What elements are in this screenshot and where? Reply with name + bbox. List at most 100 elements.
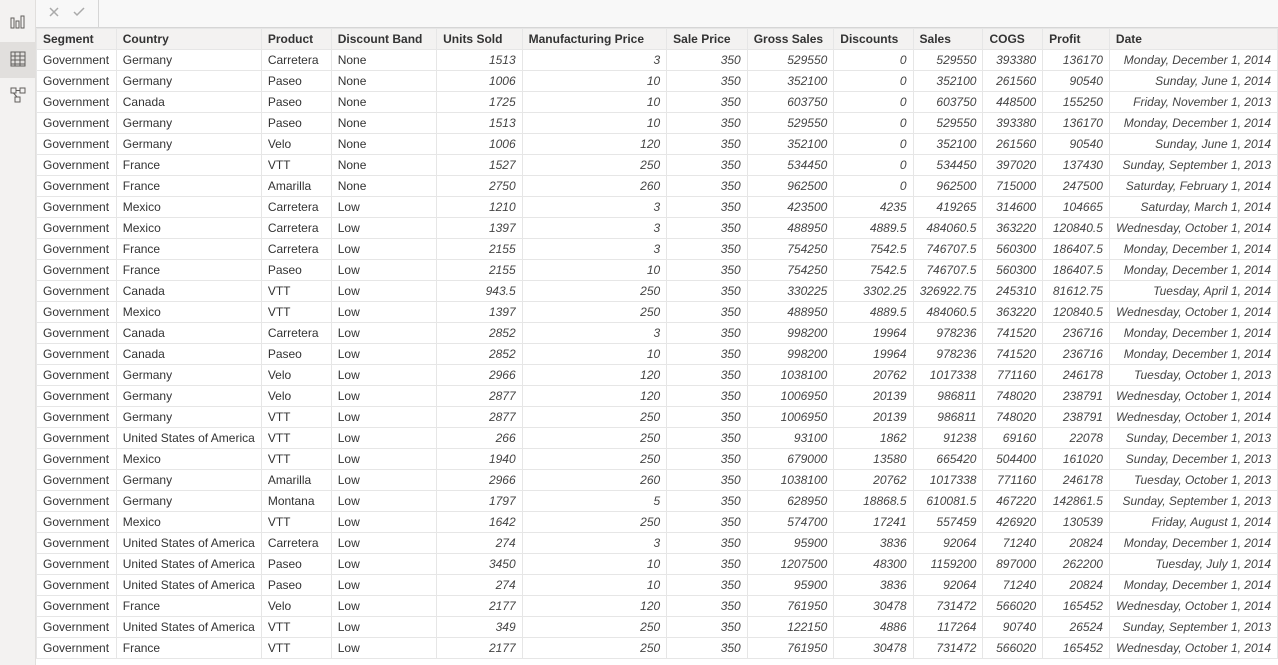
cell-country[interactable]: Germany <box>116 113 261 134</box>
table-row[interactable]: GovernmentGermanyPaseoNone10061035035210… <box>37 71 1278 92</box>
cell-date[interactable]: Wednesday, October 1, 2014 <box>1109 218 1277 239</box>
cell-mfg-price[interactable]: 120 <box>522 386 667 407</box>
cell-product[interactable]: Carretera <box>261 239 331 260</box>
cell-segment[interactable]: Government <box>37 554 117 575</box>
cell-discounts[interactable]: 4235 <box>834 197 913 218</box>
cell-country[interactable]: Germany <box>116 491 261 512</box>
cell-country[interactable]: Mexico <box>116 302 261 323</box>
cell-sales[interactable]: 352100 <box>913 71 983 92</box>
cell-date[interactable]: Monday, December 1, 2014 <box>1109 533 1277 554</box>
cell-profit[interactable]: 247500 <box>1043 176 1110 197</box>
cell-sale-price[interactable]: 350 <box>667 239 748 260</box>
column-header-cogs[interactable]: COGS <box>983 29 1043 50</box>
cell-cogs[interactable]: 393380 <box>983 50 1043 71</box>
cell-profit[interactable]: 120840.5 <box>1043 218 1110 239</box>
cell-sales[interactable]: 419265 <box>913 197 983 218</box>
column-header-units-sold[interactable]: Units Sold <box>437 29 523 50</box>
cell-country[interactable]: United States of America <box>116 554 261 575</box>
cell-cogs[interactable]: 261560 <box>983 134 1043 155</box>
cell-country[interactable]: United States of America <box>116 575 261 596</box>
cell-profit[interactable]: 186407.5 <box>1043 260 1110 281</box>
cell-units-sold[interactable]: 2177 <box>437 596 523 617</box>
table-row[interactable]: GovernmentGermanyCarreteraNone1513335052… <box>37 50 1278 71</box>
cell-sales[interactable]: 1017338 <box>913 470 983 491</box>
table-row[interactable]: GovernmentGermanyPaseoNone15131035052955… <box>37 113 1278 134</box>
cell-date[interactable]: Wednesday, October 1, 2014 <box>1109 596 1277 617</box>
cell-discount-band[interactable]: None <box>331 71 436 92</box>
cell-discounts[interactable]: 0 <box>834 155 913 176</box>
cell-cogs[interactable]: 748020 <box>983 407 1043 428</box>
cell-profit[interactable]: 90540 <box>1043 71 1110 92</box>
cell-profit[interactable]: 165452 <box>1043 596 1110 617</box>
cell-product[interactable]: Carretera <box>261 50 331 71</box>
column-header-discount-band[interactable]: Discount Band <box>331 29 436 50</box>
cell-mfg-price[interactable]: 250 <box>522 617 667 638</box>
cell-units-sold[interactable]: 2852 <box>437 323 523 344</box>
cell-mfg-price[interactable]: 250 <box>522 281 667 302</box>
cell-mfg-price[interactable]: 10 <box>522 71 667 92</box>
cell-sale-price[interactable]: 350 <box>667 512 748 533</box>
table-row[interactable]: GovernmentUnited States of AmericaPaseoL… <box>37 554 1278 575</box>
cell-discounts[interactable]: 4886 <box>834 617 913 638</box>
cell-sale-price[interactable]: 350 <box>667 92 748 113</box>
cancel-icon[interactable] <box>48 6 60 21</box>
cell-country[interactable]: France <box>116 638 261 659</box>
cell-segment[interactable]: Government <box>37 596 117 617</box>
cell-sale-price[interactable]: 350 <box>667 638 748 659</box>
cell-discounts[interactable]: 0 <box>834 71 913 92</box>
cell-segment[interactable]: Government <box>37 239 117 260</box>
cell-country[interactable]: Canada <box>116 92 261 113</box>
report-view-button[interactable] <box>0 6 36 42</box>
cell-date[interactable]: Sunday, September 1, 2013 <box>1109 617 1277 638</box>
table-row[interactable]: GovernmentFranceVTTLow217725035076195030… <box>37 638 1278 659</box>
cell-sale-price[interactable]: 350 <box>667 344 748 365</box>
cell-date[interactable]: Monday, December 1, 2014 <box>1109 344 1277 365</box>
cell-product[interactable]: VTT <box>261 428 331 449</box>
cell-units-sold[interactable]: 2877 <box>437 407 523 428</box>
cell-gross-sales[interactable]: 1038100 <box>747 470 834 491</box>
cell-cogs[interactable]: 393380 <box>983 113 1043 134</box>
cell-mfg-price[interactable]: 3 <box>522 239 667 260</box>
cell-profit[interactable]: 246178 <box>1043 365 1110 386</box>
cell-product[interactable]: VTT <box>261 449 331 470</box>
cell-date[interactable]: Sunday, June 1, 2014 <box>1109 134 1277 155</box>
cell-units-sold[interactable]: 1006 <box>437 134 523 155</box>
cell-cogs[interactable]: 90740 <box>983 617 1043 638</box>
cell-product[interactable]: Velo <box>261 386 331 407</box>
cell-date[interactable]: Wednesday, October 1, 2014 <box>1109 407 1277 428</box>
cell-sales[interactable]: 352100 <box>913 134 983 155</box>
cell-segment[interactable]: Government <box>37 470 117 491</box>
cell-sales[interactable]: 731472 <box>913 596 983 617</box>
cell-gross-sales[interactable]: 761950 <box>747 596 834 617</box>
cell-discount-band[interactable]: Low <box>331 533 436 554</box>
cell-sale-price[interactable]: 350 <box>667 218 748 239</box>
cell-date[interactable]: Sunday, June 1, 2014 <box>1109 71 1277 92</box>
table-row[interactable]: GovernmentMexicoCarreteraLow139733504889… <box>37 218 1278 239</box>
cell-segment[interactable]: Government <box>37 113 117 134</box>
cell-sales[interactable]: 91238 <box>913 428 983 449</box>
cell-sales[interactable]: 92064 <box>913 533 983 554</box>
cell-profit[interactable]: 120840.5 <box>1043 302 1110 323</box>
cell-mfg-price[interactable]: 120 <box>522 365 667 386</box>
cell-discounts[interactable]: 20762 <box>834 470 913 491</box>
cell-gross-sales[interactable]: 95900 <box>747 575 834 596</box>
cell-sale-price[interactable]: 350 <box>667 407 748 428</box>
cell-country[interactable]: United States of America <box>116 533 261 554</box>
cell-date[interactable]: Tuesday, October 1, 2013 <box>1109 470 1277 491</box>
commit-icon[interactable] <box>72 6 86 21</box>
cell-discounts[interactable]: 48300 <box>834 554 913 575</box>
cell-profit[interactable]: 136170 <box>1043 50 1110 71</box>
cell-segment[interactable]: Government <box>37 491 117 512</box>
cell-gross-sales[interactable]: 754250 <box>747 260 834 281</box>
cell-discount-band[interactable]: Low <box>331 596 436 617</box>
cell-gross-sales[interactable]: 998200 <box>747 344 834 365</box>
cell-country[interactable]: United States of America <box>116 617 261 638</box>
cell-discounts[interactable]: 20139 <box>834 386 913 407</box>
cell-units-sold[interactable]: 2750 <box>437 176 523 197</box>
cell-units-sold[interactable]: 1397 <box>437 218 523 239</box>
cell-gross-sales[interactable]: 603750 <box>747 92 834 113</box>
cell-sales[interactable]: 1017338 <box>913 365 983 386</box>
cell-profit[interactable]: 20824 <box>1043 533 1110 554</box>
cell-units-sold[interactable]: 1642 <box>437 512 523 533</box>
cell-sales[interactable]: 117264 <box>913 617 983 638</box>
